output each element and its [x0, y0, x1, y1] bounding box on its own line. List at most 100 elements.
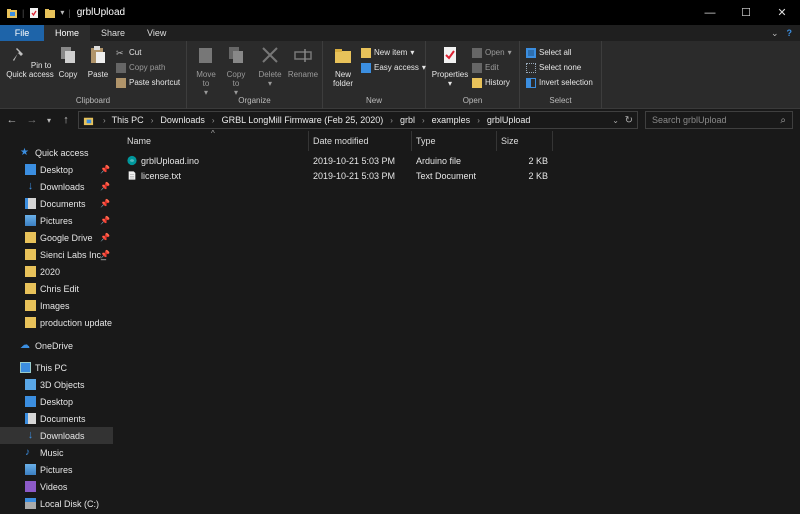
- file-type: Arduino file: [416, 155, 462, 166]
- open-button[interactable]: Open ▾: [472, 46, 512, 59]
- column-header-size[interactable]: Size: [497, 131, 553, 151]
- breadcrumb-separator[interactable]: ›: [477, 116, 480, 125]
- search-box[interactable]: ⌕: [645, 111, 793, 129]
- refresh-icon[interactable]: ↻: [625, 115, 633, 126]
- close-button[interactable]: ✕: [764, 0, 800, 25]
- cut-button[interactable]: ✂ Cut: [116, 46, 141, 59]
- select-all-icon: [526, 47, 536, 58]
- arduino-file-icon: ∞: [127, 155, 137, 166]
- collapse-ribbon-chevron-icon[interactable]: ⌄: [771, 28, 779, 39]
- select-group: Select all Select none Invert selection …: [520, 41, 602, 109]
- sidebar-item-pc-documents[interactable]: Documents: [0, 410, 113, 427]
- breadcrumb-grblupload[interactable]: grblUpload: [487, 115, 531, 125]
- new-item-button[interactable]: New item ▾: [361, 46, 414, 59]
- paste-button[interactable]: Paste: [84, 45, 112, 79]
- file-row[interactable]: ∞ grblUpload.ino 2019-10-21 5:03 PM Ardu…: [123, 153, 553, 168]
- sidebar-item-pc-downloads[interactable]: ↓ Downloads: [0, 427, 113, 444]
- history-button[interactable]: History: [472, 76, 510, 89]
- new-group-label: New: [365, 96, 382, 105]
- navigation-pane: ★ Quick access Desktop 📌 ↓ Downloads 📌 D…: [0, 138, 113, 514]
- sidebar-item-chris-edit[interactable]: Chris Edit: [0, 280, 113, 297]
- address-history-chevron-icon[interactable]: ⌄: [612, 116, 619, 125]
- pin-to-quick-access-button[interactable]: Pin to Quick access: [4, 45, 56, 79]
- column-header-date-modified[interactable]: Date modified: [309, 131, 412, 151]
- select-all-button[interactable]: Select all: [526, 46, 571, 59]
- pin-icon: [12, 48, 23, 61]
- sidebar-item-google-drive[interactable]: Google Drive 📌: [0, 229, 113, 246]
- delete-button[interactable]: Delete ▾: [257, 45, 283, 88]
- search-input[interactable]: [652, 115, 772, 125]
- back-arrow-icon[interactable]: ←: [4, 114, 20, 126]
- file-row[interactable]: license.txt 2019-10-21 5:03 PM Text Docu…: [123, 168, 553, 183]
- sidebar-item-downloads[interactable]: ↓ Downloads 📌: [0, 178, 113, 195]
- sidebar-item-documents[interactable]: Documents 📌: [0, 195, 113, 212]
- pin-icon: 📌: [100, 233, 110, 242]
- properties-button[interactable]: Properties ▾: [430, 45, 470, 88]
- ribbon: Pin to Quick access Copy Paste ✂ Cut Cop…: [0, 41, 800, 109]
- breadcrumb-separator[interactable]: ›: [390, 116, 393, 125]
- minimize-button[interactable]: —: [692, 0, 728, 25]
- edit-button[interactable]: Edit: [472, 61, 499, 74]
- select-none-icon: [526, 62, 536, 73]
- recent-locations-chevron-icon[interactable]: ▾: [44, 116, 54, 125]
- invert-selection-button[interactable]: Invert selection: [526, 76, 593, 89]
- sidebar-item-desktop[interactable]: Desktop 📌: [0, 161, 113, 178]
- organize-group-label: Organize: [238, 96, 271, 105]
- search-icon: ⌕: [780, 114, 786, 126]
- tab-share[interactable]: Share: [90, 25, 136, 41]
- sidebar-item-onedrive[interactable]: ☁ OneDrive: [0, 337, 113, 354]
- tab-file[interactable]: File: [0, 25, 44, 41]
- sidebar-item-local-disk[interactable]: Local Disk (C:): [0, 495, 113, 512]
- breadcrumb-grbl-longmill-firmware[interactable]: GRBL LongMill Firmware (Feb 25, 2020): [222, 115, 384, 125]
- up-arrow-icon[interactable]: ↑: [58, 114, 74, 126]
- easy-access-button[interactable]: Easy access ▾: [361, 61, 426, 74]
- new-folder-icon[interactable]: [44, 7, 56, 19]
- address-bar[interactable]: › This PC › Downloads › GRBL LongMill Fi…: [78, 111, 638, 129]
- ribbon-tabs: File Home Share View ⌄ ?: [0, 25, 800, 41]
- breadcrumb-separator[interactable]: ›: [422, 116, 425, 125]
- select-none-button[interactable]: Select none: [526, 61, 581, 74]
- file-date: 2019-10-21 5:03 PM: [313, 170, 396, 181]
- paste-shortcut-button[interactable]: Paste shortcut: [116, 76, 180, 89]
- maximize-button[interactable]: ☐: [728, 0, 764, 25]
- breadcrumb-separator[interactable]: ›: [151, 116, 154, 125]
- tab-view[interactable]: View: [136, 25, 177, 41]
- sidebar-item-quick-access[interactable]: ★ Quick access: [0, 144, 113, 161]
- forward-arrow-icon[interactable]: →: [24, 114, 40, 126]
- breadcrumb-downloads[interactable]: Downloads: [160, 115, 205, 125]
- new-folder-button[interactable]: New folder: [329, 45, 357, 88]
- customize-toolbar-chevron-icon[interactable]: ▾: [60, 8, 64, 17]
- copy-path-button[interactable]: Copy path: [116, 61, 165, 74]
- sidebar-item-production-update[interactable]: production update: [0, 314, 113, 331]
- sidebar-item-3d-objects[interactable]: 3D Objects: [0, 376, 113, 393]
- sidebar-item-pc-desktop[interactable]: Desktop: [0, 393, 113, 410]
- sidebar-item-2020[interactable]: 2020: [0, 263, 113, 280]
- column-header-name[interactable]: Name: [123, 131, 309, 151]
- sidebar-item-pc-pictures[interactable]: Pictures: [0, 461, 113, 478]
- breadcrumb-grbl[interactable]: grbl: [400, 115, 415, 125]
- sidebar-item-this-pc[interactable]: This PC: [0, 359, 113, 376]
- copy-button[interactable]: Copy: [56, 45, 80, 79]
- breadcrumb-examples[interactable]: examples: [432, 115, 471, 125]
- sidebar-item-videos[interactable]: Videos: [0, 478, 113, 495]
- pin-icon: 📌: [100, 165, 110, 174]
- column-header-type[interactable]: Type: [412, 131, 497, 151]
- properties-icon[interactable]: [28, 7, 40, 19]
- sidebar-item-images[interactable]: Images: [0, 297, 113, 314]
- breadcrumb-separator[interactable]: ›: [212, 116, 215, 125]
- tab-home[interactable]: Home: [44, 25, 91, 41]
- paste-shortcut-icon: [116, 77, 126, 88]
- computer-icon: [20, 362, 31, 373]
- breadcrumb-this-pc[interactable]: This PC: [112, 115, 144, 125]
- help-icon[interactable]: ?: [787, 28, 793, 38]
- music-icon: ♪: [25, 447, 30, 458]
- sidebar-item-pictures[interactable]: Pictures 📌: [0, 212, 113, 229]
- pin-icon: 📌: [100, 199, 110, 208]
- sidebar-item-sienci-labs[interactable]: Sienci Labs Inc_ 📌: [0, 246, 113, 263]
- move-to-button[interactable]: Move to ▾: [193, 45, 219, 97]
- properties-icon: [444, 47, 456, 63]
- sidebar-item-music[interactable]: ♪ Music: [0, 444, 113, 461]
- copy-to-button[interactable]: Copy to ▾: [223, 45, 249, 97]
- open-icon: [472, 47, 482, 58]
- rename-button[interactable]: Rename: [287, 45, 319, 79]
